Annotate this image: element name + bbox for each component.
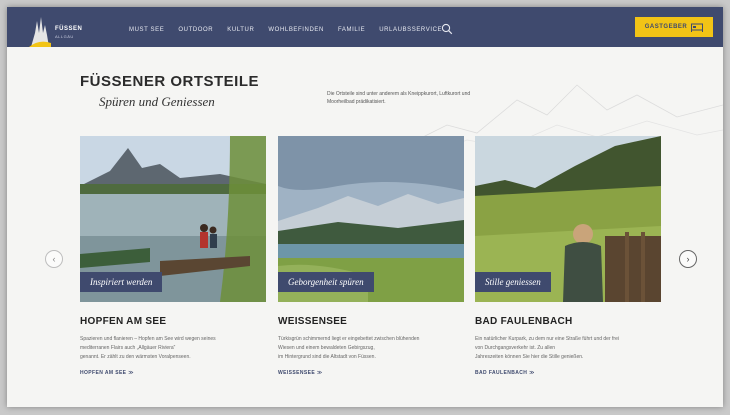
bed-icon: [691, 23, 704, 32]
nav-urlaubsservice[interactable]: URLAUBSSERVICE: [379, 27, 442, 33]
card-text-line: Jahreszeiten können Sie hier die Stille …: [475, 354, 584, 360]
card-image[interactable]: Geborgenheit spüren: [278, 136, 464, 302]
card-hopfen: Inspiriert werden HOPFEN AM SEE Spaziere…: [80, 136, 266, 376]
search-icon[interactable]: [441, 23, 453, 35]
nav-familie[interactable]: FAMILIE: [338, 27, 365, 33]
chevron-right-icon: ›: [686, 254, 690, 264]
brand-tagline: ALLGÄU: [55, 34, 74, 39]
card-bad-faulenbach: Stille geniessen BAD FAULENBACH Ein natü…: [475, 136, 661, 376]
card-weissensee: Geborgenheit spüren WEISSENSEE Türkisgrü…: [278, 136, 464, 376]
card-text-line: Spazieren und flanieren – Hopfen am See …: [80, 336, 216, 342]
card-text-line: im Hintergrund sind die Altstadt von Füs…: [278, 354, 376, 360]
brand-name[interactable]: FÜSSEN: [55, 26, 82, 32]
card-text-line: Ein natürlicher Kurpark, zu dem nur eine…: [475, 336, 619, 342]
double-chevron-icon: ≫: [529, 370, 535, 376]
nav-outdoor[interactable]: OUTDOOR: [178, 27, 213, 33]
nav-must-see[interactable]: MUST SEE: [129, 27, 164, 33]
double-chevron-icon: ≫: [316, 370, 323, 376]
card-description: Spazieren und flanieren – Hopfen am See …: [80, 335, 260, 362]
page-title: FÜSSENER ORTSTEILE: [80, 73, 260, 90]
card-text-line: genannt. Er zählt zu den wärmsten Voralp…: [80, 354, 191, 360]
card-link[interactable]: WEISSENSEE ≫: [278, 370, 464, 376]
card-text-line: Türkisgrün schimmernd liegt er eingebett…: [278, 336, 420, 342]
carousel-prev-button[interactable]: ‹: [45, 250, 63, 268]
card-text-line: mediterranen Flairs auch „Allgäuer Rivie…: [80, 345, 176, 351]
card-text-line: von Durchgangsverkehr ist. Zu allen: [475, 345, 556, 351]
intro-text: Die Ortsteile sind unter anderem als Kne…: [327, 91, 471, 105]
card-caption: Geborgenheit spüren: [278, 272, 374, 292]
double-chevron-icon: ≫: [128, 370, 134, 376]
card-title[interactable]: WEISSENSEE: [278, 316, 464, 327]
top-navigation-bar: FÜSSEN ALLGÄU MUST SEE OUTDOOR KULTUR WO…: [7, 7, 723, 47]
card-caption: Inspiriert werden: [80, 272, 163, 292]
card-link[interactable]: BAD FAULENBACH ≫: [475, 370, 661, 376]
nav-kultur[interactable]: KULTUR: [227, 27, 254, 33]
card-description: Ein natürlicher Kurpark, zu dem nur eine…: [475, 335, 655, 362]
host-button[interactable]: GASTGEBER: [635, 17, 713, 37]
card-text-line: Wiesen und einem bewaldeten Gebirgszug,: [278, 345, 375, 351]
page-subtitle: Spüren und Geniessen: [99, 94, 215, 109]
card-description: Türkisgrün schimmernd liegt er eingebett…: [278, 335, 458, 362]
card-image[interactable]: Stille geniessen: [475, 136, 661, 302]
carousel-next-button[interactable]: ›: [679, 250, 697, 268]
card-title[interactable]: BAD FAULENBACH: [475, 316, 661, 327]
nav-wohlbefinden[interactable]: WOHLBEFINDEN: [268, 27, 324, 33]
card-image[interactable]: Inspiriert werden: [80, 136, 266, 302]
card-title[interactable]: HOPFEN AM SEE: [80, 316, 266, 327]
card-link-label: BAD FAULENBACH: [475, 370, 528, 376]
host-button-label: GASTGEBER: [644, 24, 688, 30]
page: FÜSSEN ALLGÄU MUST SEE OUTDOOR KULTUR WO…: [7, 7, 723, 407]
main-menu: MUST SEE OUTDOOR KULTUR WOHLBEFINDEN FAM…: [129, 27, 456, 33]
card-caption: Stille geniessen: [475, 272, 551, 292]
card-link-label: WEISSENSEE: [278, 370, 316, 376]
card-link[interactable]: HOPFEN AM SEE ≫: [80, 370, 266, 376]
card-link-label: HOPFEN AM SEE: [80, 370, 127, 376]
chevron-left-icon: ‹: [52, 254, 56, 264]
